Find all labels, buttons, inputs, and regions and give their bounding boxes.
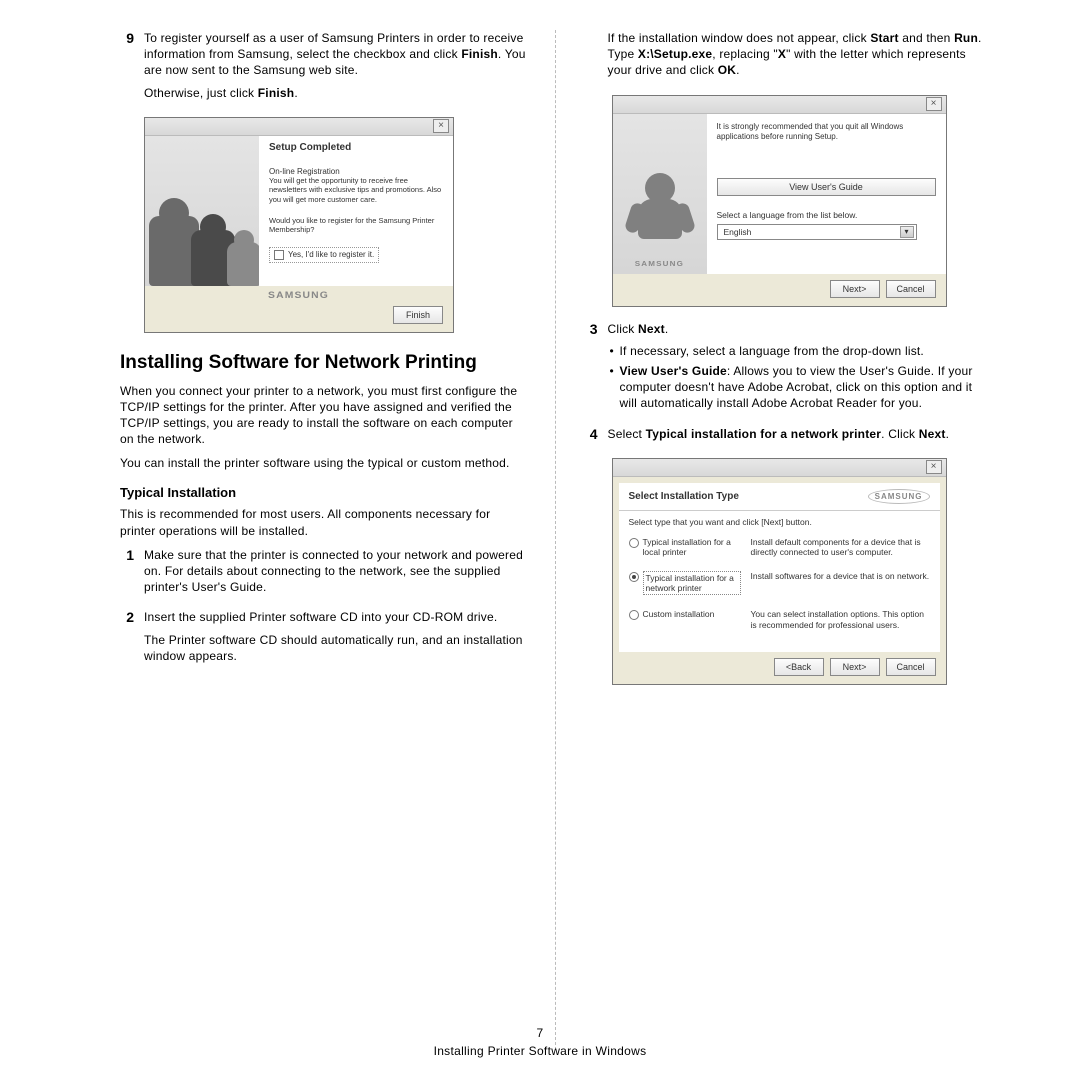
option-label: Custom installation	[643, 609, 715, 619]
language-value: English	[724, 227, 752, 237]
no-window-instruction: If the installation window does not appe…	[608, 30, 991, 79]
bullet-users-guide: View User's Guide: Allows you to view th…	[608, 363, 991, 412]
close-icon[interactable]: ×	[926, 97, 942, 111]
right-column: If the installation window does not appe…	[584, 30, 991, 1030]
back-button[interactable]: <Back	[774, 658, 824, 676]
next-button[interactable]: Next>	[830, 280, 880, 298]
option-desc: Install default components for a device …	[751, 537, 930, 557]
option-custom-installation[interactable]: Custom installation You can select insta…	[629, 609, 930, 629]
setup-completed-title: Setup Completed	[269, 142, 443, 153]
register-question: Would you like to register for the Samsu…	[269, 216, 443, 235]
typical-installation-subhead: Typical Installation	[120, 485, 527, 500]
register-checkbox-label: Yes, I'd like to register it.	[288, 250, 374, 259]
step-9-text: To register yourself as a user of Samsun…	[144, 30, 527, 79]
dialog-sidebar-graphic: SAMSUNG	[613, 114, 707, 274]
option-network-printer[interactable]: Typical installation for a network print…	[629, 571, 930, 595]
step-1: 1 Make sure that the printer is connecte…	[120, 547, 527, 602]
page-footer: 7 Installing Printer Software in Windows	[0, 1026, 1080, 1058]
samsung-logo: SAMSUNG	[868, 489, 930, 504]
typical-intro: This is recommended for most users. All …	[120, 506, 527, 538]
dialog-setup-completed: × Setup Completed On-line Registration Y…	[144, 117, 527, 333]
dialog-sidebar-graphic	[145, 136, 259, 286]
step-2-text-1: Insert the supplied Printer software CD …	[144, 609, 527, 625]
chapter-title: Installing Printer Software in Windows	[0, 1044, 1080, 1058]
step-9: 9 To register yourself as a user of Sams…	[120, 30, 527, 107]
radio-icon[interactable]	[629, 538, 639, 548]
radio-icon[interactable]	[629, 610, 639, 620]
step-number: 1	[120, 547, 134, 602]
cancel-button[interactable]: Cancel	[886, 658, 936, 676]
online-registration-heading: On-line Registration	[269, 167, 443, 176]
step-2-text-2: The Printer software CD should automatic…	[144, 632, 527, 664]
column-divider	[555, 30, 556, 1050]
dialog-language-select: × SAMSUNG It is strongly recommended tha…	[612, 95, 991, 307]
step-4-text: Select Typical installation for a networ…	[608, 426, 991, 442]
cancel-button[interactable]: Cancel	[886, 280, 936, 298]
view-users-guide-button[interactable]: View User's Guide	[717, 178, 936, 196]
page-number: 7	[0, 1026, 1080, 1040]
section-heading: Installing Software for Network Printing	[120, 351, 527, 375]
intro-paragraph-2: You can install the printer software usi…	[120, 455, 527, 471]
step-2: 2 Insert the supplied Printer software C…	[120, 609, 527, 670]
chevron-down-icon[interactable]: ▾	[900, 226, 914, 238]
option-label: Typical installation for a local printer	[643, 537, 741, 557]
step-number: 9	[120, 30, 134, 107]
samsung-logo: SAMSUNG	[269, 290, 330, 300]
close-icon[interactable]: ×	[433, 119, 449, 133]
close-icon[interactable]: ×	[926, 460, 942, 474]
step-3-text: Click Next.	[608, 321, 991, 337]
radio-icon[interactable]	[629, 572, 639, 582]
option-desc: You can select installation options. Thi…	[751, 609, 930, 629]
left-column: 9 To register yourself as a user of Sams…	[120, 30, 527, 1030]
step-number: 4	[584, 426, 598, 448]
step-number: 3	[584, 321, 598, 418]
select-installation-type-title: Select Installation Type	[629, 491, 739, 502]
online-registration-desc: You will get the opportunity to receive …	[269, 176, 443, 204]
step-3: 3 Click Next. If necessary, select a lan…	[584, 321, 991, 418]
intro-paragraph-1: When you connect your printer to a netwo…	[120, 383, 527, 448]
register-checkbox-row[interactable]: Yes, I'd like to register it.	[269, 247, 379, 263]
step-number: 2	[120, 609, 134, 670]
dialog-installation-type: × Select Installation Type SAMSUNG Selec…	[612, 458, 991, 685]
recommend-text: It is strongly recommended that you quit…	[717, 122, 936, 142]
bullet-language: If necessary, select a language from the…	[608, 343, 991, 359]
finish-button[interactable]: Finish	[393, 306, 443, 324]
step-1-text: Make sure that the printer is connected …	[144, 547, 527, 596]
option-desc: Install softwares for a device that is o…	[751, 571, 930, 595]
checkbox-icon[interactable]	[274, 250, 284, 260]
language-label: Select a language from the list below.	[717, 210, 936, 220]
select-type-instruction: Select type that you want and click [Nex…	[629, 517, 930, 527]
option-local-printer[interactable]: Typical installation for a local printer…	[629, 537, 930, 557]
step-9-text-2: Otherwise, just click Finish.	[144, 85, 527, 101]
samsung-logo: SAMSUNG	[635, 261, 684, 268]
next-button[interactable]: Next>	[830, 658, 880, 676]
step-2-continued: If the installation window does not appe…	[584, 30, 991, 85]
option-label: Typical installation for a network print…	[643, 571, 741, 595]
step-4: 4 Select Typical installation for a netw…	[584, 426, 991, 448]
language-select[interactable]: English ▾	[717, 224, 917, 240]
